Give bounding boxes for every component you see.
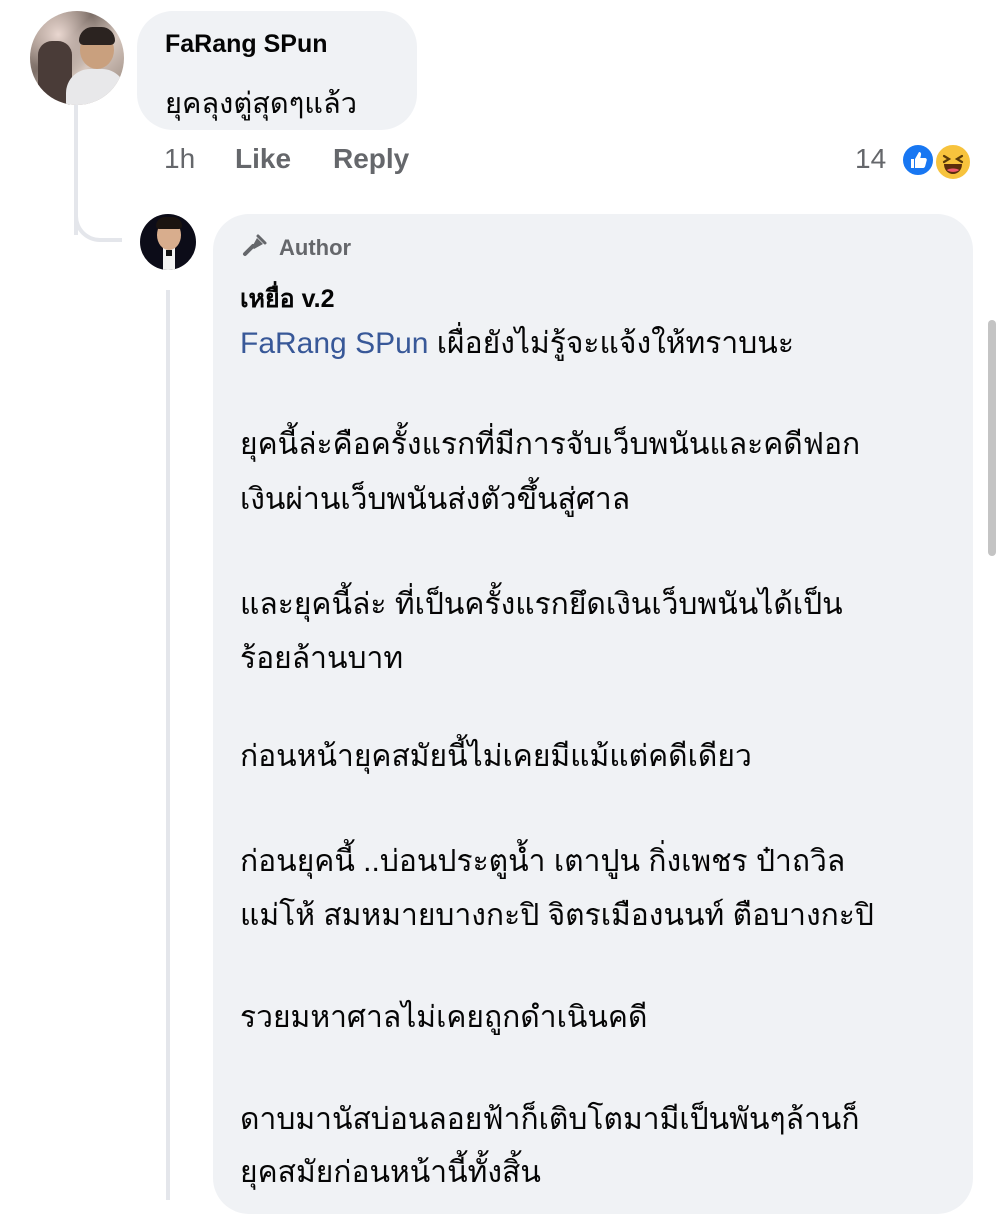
reply-line: ดาบมานัสบ่อนลอยฟ้าก็เติบโตมามีเป็นพันๆล้… — [240, 1103, 860, 1136]
reply-line: ยุคสมัยก่อนหน้านี้ทั้งสิ้น — [240, 1156, 541, 1189]
haha-icon[interactable] — [933, 142, 973, 182]
author-badge: Author — [241, 233, 351, 263]
reply-author-name[interactable]: เหยื่อ v.2 — [240, 279, 335, 319]
reply-button[interactable]: Reply — [333, 143, 409, 175]
commenter-avatar[interactable] — [30, 11, 124, 105]
comment-author-name[interactable]: FaRang SPun — [165, 30, 328, 59]
reply-line: เงินผ่านเว็บพนันส่งตัวขึ้นสู่ศาล — [240, 483, 631, 516]
like-button[interactable]: Like — [235, 143, 291, 175]
thread-connector — [74, 170, 122, 242]
reply-line: ยุคนี้ล่ะคือครั้งแรกที่มีการจับเว็บพนันแ… — [240, 428, 861, 461]
mention-link[interactable]: FaRang SPun — [240, 327, 428, 360]
scrollbar-thumb[interactable] — [988, 320, 996, 556]
reply-thread-line — [166, 290, 170, 1200]
reply-line: รวยมหาศาลไม่เคยถูกดำเนินคดี — [240, 1001, 648, 1034]
comment-text: ยุคลุงตู่สุดๆแล้ว — [165, 88, 358, 120]
like-icon[interactable] — [900, 142, 936, 178]
reply-line: ก่อนหน้ายุคสมัยนี้ไม่เคยมีแม้แต่คดีเดียว — [240, 740, 752, 773]
reply-line: และยุคนี้ล่ะ ที่เป็นครั้งแรกยึดเงินเว็บพ… — [240, 588, 843, 621]
author-badge-label: Author — [279, 235, 352, 260]
reply-line: เผื่อยังไม่รู้จะแจ้งให้ทราบนะ — [436, 327, 794, 360]
reply-line: แม่โห้ สมหมายบางกะปิ จิตรเมืองนนท์ ตือบา… — [240, 899, 874, 932]
reply-line: ก่อนยุคนี้ ..บ่อนประตูน้ำ เตาปูน กิ่งเพช… — [240, 845, 846, 878]
reply-paragraph-1: FaRang SPun เผื่อยังไม่รู้จะแจ้งให้ทราบน… — [240, 319, 794, 369]
megaphone-icon — [241, 232, 269, 265]
author-avatar[interactable] — [140, 214, 196, 270]
reply-line: ร้อยล้านบาท — [240, 642, 404, 675]
reaction-count[interactable]: 14 — [855, 143, 886, 175]
comment-timestamp[interactable]: 1h — [164, 143, 195, 175]
